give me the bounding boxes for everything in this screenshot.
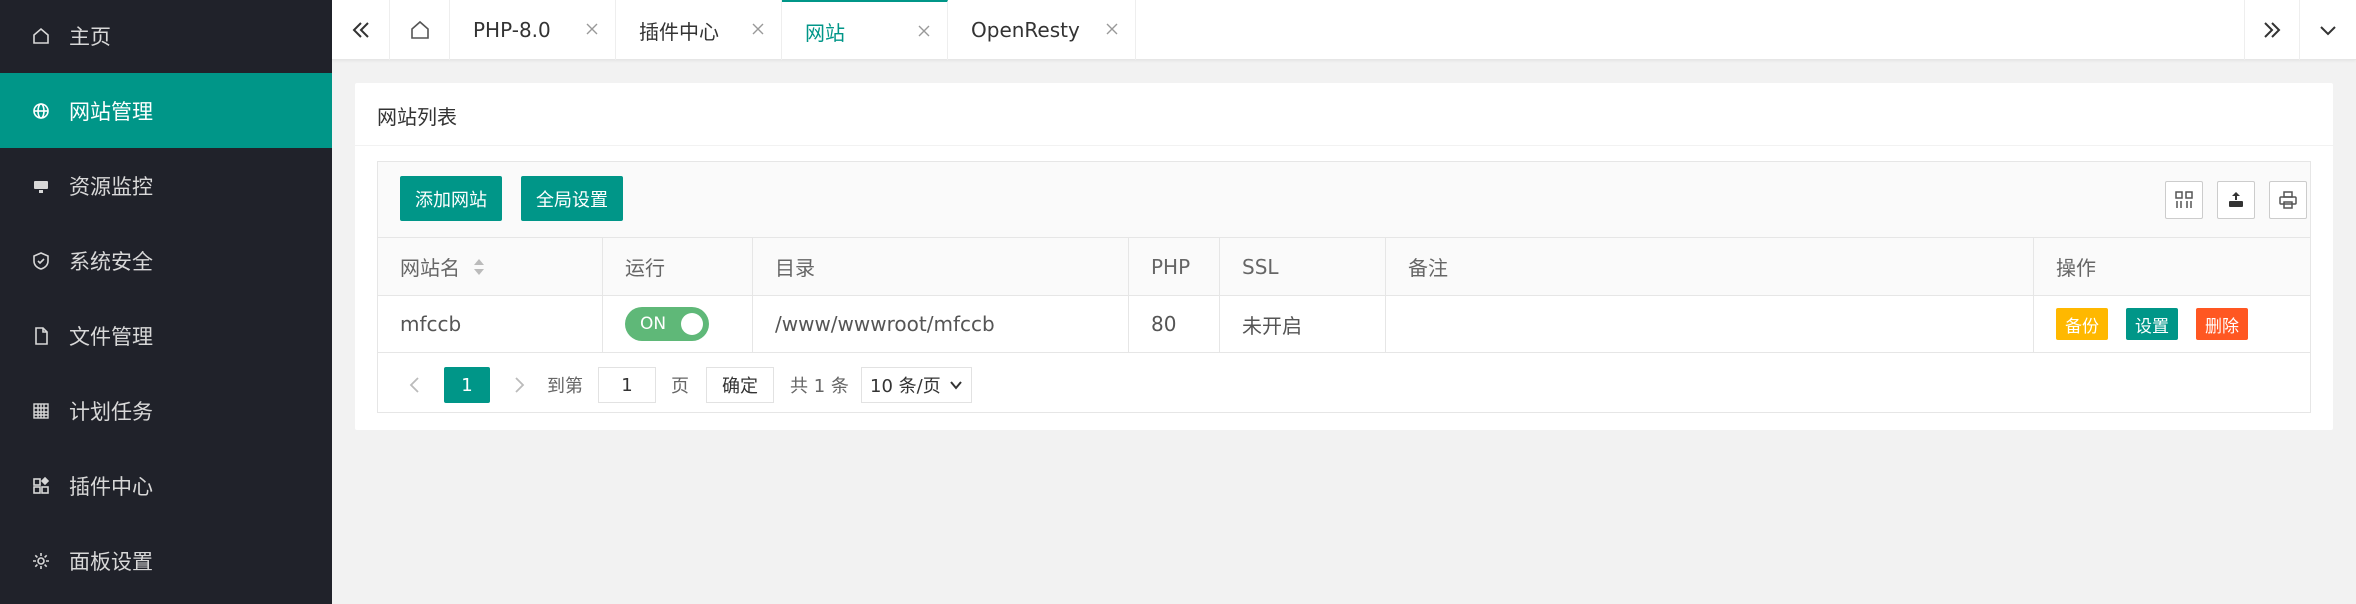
status-toggle[interactable]: ON [625, 307, 709, 341]
tab-home[interactable] [390, 0, 450, 60]
delete-button[interactable]: 删除 [2196, 308, 2248, 340]
table-toolbar: 添加网站 全局设置 [378, 162, 2310, 238]
close-icon[interactable] [585, 22, 599, 36]
close-icon[interactable] [1105, 22, 1119, 36]
tab-menu-button[interactable] [2300, 0, 2356, 60]
page-1-button[interactable]: 1 [444, 367, 490, 403]
cell-actions: 备份 设置 删除 [2034, 296, 2310, 352]
gear-icon [31, 551, 51, 571]
sidebar-item-label: 主页 [69, 24, 111, 49]
header-site-name[interactable]: 网站名 [378, 238, 603, 295]
sidebar-item-settings[interactable]: 面板设置 [0, 523, 332, 598]
goto-confirm-button[interactable]: 确定 [706, 367, 774, 403]
header-actions: 操作 [2056, 256, 2096, 280]
tab-openresty[interactable]: OpenResty [948, 0, 1136, 60]
header-php: PHP [1129, 238, 1220, 295]
sort-icon[interactable] [472, 256, 486, 278]
tab-websites[interactable]: 网站 [782, 0, 948, 60]
sidebar-item-label: 文件管理 [69, 324, 153, 349]
chevron-left-icon [409, 377, 419, 393]
toggle-knob [681, 313, 703, 335]
tab-label: PHP-8.0 [473, 18, 551, 42]
toggle-label: ON [640, 314, 667, 334]
settings-button[interactable]: 设置 [2126, 308, 2178, 340]
website-table: 添加网站 全局设置 网站名 运行 目录 PHP SSL 备注 操作 mfccb … [377, 161, 2311, 413]
tab-label: 插件中心 [639, 19, 719, 44]
goto-label: 到第 [547, 376, 583, 397]
scroll-left-button[interactable] [332, 0, 390, 60]
cell-status: ON [603, 296, 753, 352]
cell-ssl[interactable]: 未开启 [1220, 296, 1386, 352]
sidebar-item-files[interactable]: 文件管理 [0, 298, 332, 373]
close-icon[interactable] [751, 22, 765, 36]
close-icon[interactable] [917, 24, 931, 38]
header-note: 备注 [1386, 238, 2034, 295]
header-status: 运行 [603, 238, 753, 295]
goto-page-input[interactable]: 1 [598, 367, 656, 403]
globe-icon [31, 101, 51, 121]
sidebar-item-label: 网站管理 [69, 99, 153, 124]
calendar-icon [31, 401, 51, 421]
export-icon [2229, 192, 2243, 207]
sidebar-item-label: 计划任务 [69, 399, 153, 424]
tab-plugins[interactable]: 插件中心 [616, 0, 782, 60]
print-button[interactable] [2269, 181, 2307, 219]
columns-filter-button[interactable] [2165, 181, 2203, 219]
file-icon [31, 326, 51, 346]
header-path: 目录 [753, 238, 1129, 295]
sidebar-item-label: 面板设置 [69, 549, 153, 574]
chevron-down-icon [949, 381, 962, 390]
print-icon [2279, 191, 2297, 209]
home-icon [410, 20, 429, 39]
tab-label: OpenResty [971, 18, 1080, 42]
monitor-icon [31, 176, 51, 196]
pagination: 1 到第 1 页 确定 共 1 条 10 条/页 [378, 353, 2310, 412]
chevron-right-icon [515, 377, 525, 393]
page-label: 页 [671, 376, 689, 397]
tab-php[interactable]: PHP-8.0 [450, 0, 616, 60]
prev-page-button[interactable] [400, 367, 430, 403]
header-ssl: SSL [1220, 238, 1386, 295]
sidebar-item-label: 系统安全 [69, 249, 153, 274]
card-title: 网站列表 [377, 105, 457, 129]
table-row: mfccb ON /www/wwwroot/mfccb 80 未开启 备份 设置… [378, 296, 2310, 353]
sidebar-item-security[interactable]: 系统安全 [0, 223, 332, 298]
global-settings-button[interactable]: 全局设置 [521, 176, 623, 221]
sidebar-item-plugins[interactable]: 插件中心 [0, 448, 332, 523]
cell-path[interactable]: /www/wwwroot/mfccb [753, 296, 1129, 352]
card-divider [355, 145, 2333, 146]
total-count: 共 1 条 [790, 376, 849, 397]
scroll-right-button[interactable] [2244, 0, 2300, 60]
sidebar-item-home[interactable]: 主页 [0, 0, 332, 73]
website-list-card: 网站列表 添加网站 全局设置 网站名 运行 目录 PHP SSL 备注 操作 m… [355, 83, 2333, 430]
table-header: 网站名 运行 目录 PHP SSL 备注 操作 [378, 238, 2310, 296]
header-label: 网站名 [400, 256, 460, 280]
cell-note[interactable] [1386, 296, 2034, 352]
sidebar-item-label: 资源监控 [69, 174, 153, 199]
home-icon [31, 26, 51, 46]
double-chevron-right-icon [2264, 22, 2281, 38]
next-page-button[interactable] [504, 367, 534, 403]
sidebar-item-websites[interactable]: 网站管理 [0, 73, 332, 148]
shield-icon [31, 251, 51, 271]
export-button[interactable] [2217, 181, 2255, 219]
tab-bar: PHP-8.0 插件中心 网站 OpenResty [332, 0, 2356, 60]
chevron-down-icon [2320, 26, 2336, 36]
cell-php: 80 [1129, 296, 1220, 352]
page-size-select[interactable]: 10 条/页 [861, 367, 972, 403]
backup-button[interactable]: 备份 [2056, 308, 2108, 340]
sidebar-item-cron[interactable]: 计划任务 [0, 373, 332, 448]
add-website-button[interactable]: 添加网站 [400, 176, 502, 221]
columns-icon [2175, 191, 2193, 208]
tab-label: 网站 [805, 20, 845, 45]
plugin-icon [31, 476, 51, 496]
double-chevron-left-icon [352, 22, 369, 38]
sidebar: 主页 网站管理 资源监控 系统安全 文件管理 计划任务 插件中心 面板设置 [0, 0, 332, 604]
sidebar-item-label: 插件中心 [69, 474, 153, 499]
page-size-value: 10 条/页 [870, 376, 941, 397]
cell-site-name[interactable]: mfccb [378, 296, 603, 352]
sidebar-item-monitor[interactable]: 资源监控 [0, 148, 332, 223]
